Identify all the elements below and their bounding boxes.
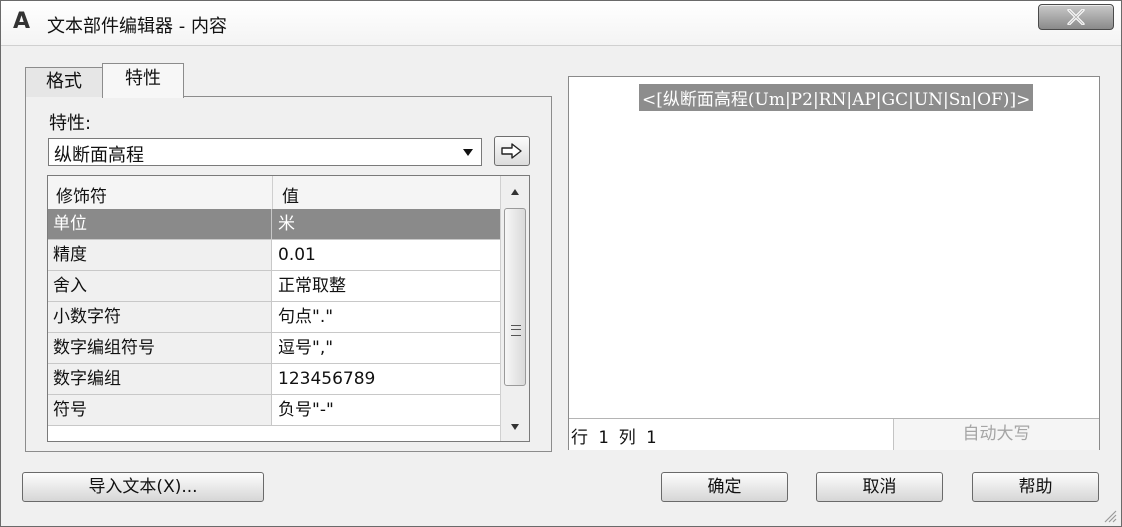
grid-header: 修饰符 值: [48, 176, 500, 210]
row-modifier: 数字编组符号: [48, 333, 272, 363]
table-row[interactable]: 舍入 正常取整: [48, 271, 500, 302]
row-modifier: 数字编组: [48, 364, 272, 394]
grip-icon: [511, 325, 521, 336]
modifier-grid: 修饰符 值 单位 米 精度 0.01 舍入 正常取整 小数字符 句点"." 数字…: [47, 175, 530, 442]
scroll-thumb[interactable]: [504, 208, 526, 386]
content-editor[interactable]: <[纵断面高程(Um|P2|RN|AP|GC|UN|Sn|OF)]> 行 1 列…: [568, 76, 1100, 450]
chevron-down-icon: [463, 149, 473, 156]
text-component-editor-dialog: A 文本部件编辑器 - 内容 格式 特性 特性: 纵断面高程 修饰符 值 单位 …: [0, 0, 1122, 527]
editor-content[interactable]: <[纵断面高程(Um|P2|RN|AP|GC|UN|Sn|OF)]>: [639, 84, 1034, 111]
auto-caps-indicator: 自动大写: [893, 419, 1099, 450]
property-dropdown[interactable]: 纵断面高程: [48, 138, 482, 166]
close-x-icon: [1067, 9, 1085, 25]
cursor-position: 行 1 列 1: [571, 428, 657, 448]
table-row[interactable]: 符号 负号"-": [48, 395, 500, 426]
row-value[interactable]: 123456789: [272, 364, 500, 394]
header-divider: [272, 176, 273, 209]
window-title: 文本部件编辑器 - 内容: [47, 16, 227, 37]
grid-scrollbar[interactable]: [500, 176, 529, 441]
cancel-button[interactable]: 取消: [816, 472, 943, 502]
arrow-right-icon: [501, 143, 522, 159]
table-row[interactable]: 小数字符 句点".": [48, 302, 500, 333]
scroll-up-icon[interactable]: [511, 189, 519, 195]
header-value: 值: [282, 187, 299, 207]
header-modifier: 修饰符: [56, 187, 107, 207]
ok-button[interactable]: 确定: [661, 472, 788, 502]
table-row[interactable]: 精度 0.01: [48, 240, 500, 271]
table-row[interactable]: 单位 米: [48, 209, 500, 240]
row-value[interactable]: 逗号",": [272, 333, 500, 363]
close-button[interactable]: [1038, 4, 1114, 30]
property-label: 特性:: [49, 113, 92, 134]
help-button[interactable]: 帮助: [972, 472, 1099, 502]
row-modifier: 单位: [48, 209, 272, 239]
table-row[interactable]: 数字编组符号 逗号",": [48, 333, 500, 364]
editor-status-bar: 行 1 列 1 自动大写: [569, 418, 1099, 450]
row-modifier: 舍入: [48, 271, 272, 301]
tab-properties[interactable]: 特性: [102, 63, 184, 98]
import-text-button[interactable]: 导入文本(X)...: [22, 472, 264, 502]
table-row[interactable]: 数字编组 123456789: [48, 364, 500, 395]
row-value[interactable]: 负号"-": [272, 395, 500, 425]
row-value[interactable]: 米: [272, 209, 500, 239]
row-modifier: 符号: [48, 395, 272, 425]
row-modifier: 精度: [48, 240, 272, 270]
row-value[interactable]: 0.01: [272, 240, 500, 270]
tab-format[interactable]: 格式: [25, 67, 103, 97]
row-value[interactable]: 正常取整: [272, 271, 500, 301]
title-bar[interactable]: A 文本部件编辑器 - 内容: [1, 1, 1121, 46]
insert-property-button[interactable]: [494, 136, 530, 166]
row-value[interactable]: 句点".": [272, 302, 500, 332]
property-dropdown-value: 纵断面高程: [54, 145, 144, 166]
row-modifier: 小数字符: [48, 302, 272, 332]
app-logo-icon: A: [13, 9, 31, 34]
scroll-down-icon[interactable]: [511, 424, 519, 430]
resize-grip-icon[interactable]: [1101, 507, 1117, 523]
